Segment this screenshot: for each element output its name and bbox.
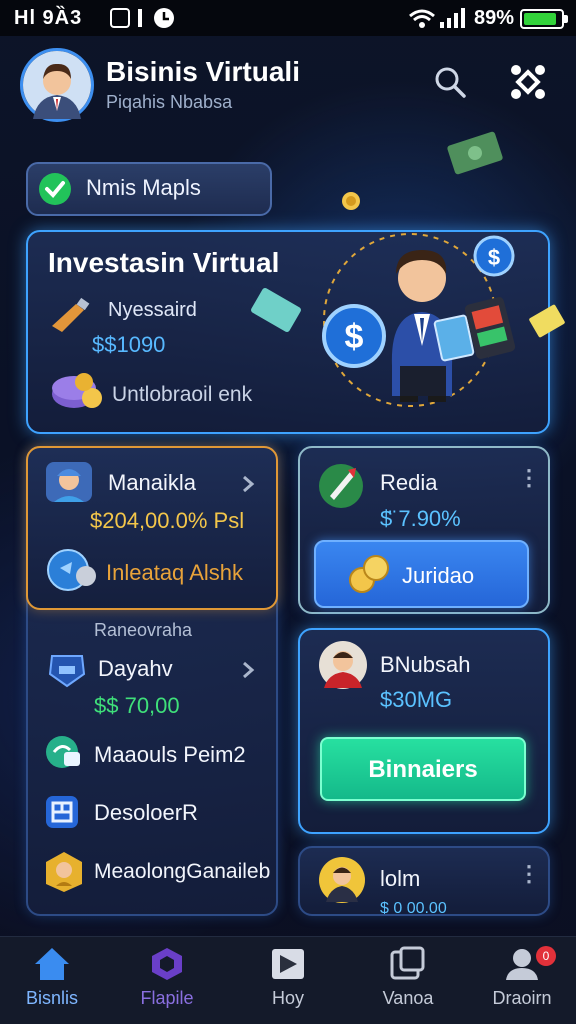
manaikla-name: Manaikla [108,470,197,495]
coins-icon [349,555,389,593]
nav-label: Vanoa [382,988,434,1008]
nav-label: Bisnlis [25,988,78,1008]
redia-name: Redia [380,470,438,495]
notification-badge: 0 [536,946,556,966]
nav-label: Hoy [271,988,304,1008]
chevron-right-icon[interactable] [240,660,256,680]
more-options-icon[interactable]: ⋮ [518,863,540,885]
status-pill-label: Nmis Mapls [86,175,201,200]
home-icon [35,948,69,980]
bnubsah-value: $30MG [380,687,453,712]
hero-row1-label: Nyessaird [108,299,197,321]
tool-icon [52,297,90,332]
juridao-label: Juridao [402,563,475,588]
gold-box-icon [46,852,82,892]
nav-item-vanoa[interactable]: Vanoa [353,946,463,1018]
money-bill-icon [447,131,503,175]
avatar [319,641,367,689]
manaikla-link[interactable]: Inleataq Alshk [106,560,243,586]
network-icon [511,65,545,99]
more-options-icon[interactable]: ⋮ [518,467,540,489]
notification-icon [110,8,130,28]
rocket-icon [319,464,363,508]
battery-nub [564,15,568,23]
chart-card-icon [46,736,80,768]
profile-avatar[interactable] [20,48,94,122]
lolm-name: lolm [380,866,421,891]
cell-signal-icon [440,8,465,28]
bnubsah-name: BNubsah [380,652,471,677]
svg-text:$: $ [488,245,500,270]
window-grid-icon [46,796,78,828]
app-title: Bisinis Virtuali [106,56,300,87]
avatar [319,857,365,903]
coin-icon [342,192,360,210]
hero-row1-value: $$1090 [92,332,166,357]
profile-icon [506,949,538,980]
coin-stack-icon [52,373,102,408]
nav-label: Draoirn [492,988,552,1008]
avatar [23,51,91,119]
manaikla-value: $204,00.0% Psl [90,508,245,533]
search-icon [435,67,466,98]
search-button[interactable] [428,60,472,104]
play-icon [272,949,304,979]
hero-title: Investasin Virtual [48,247,280,278]
businessman-illustration: $ $ [251,233,565,407]
clock-icon [154,8,174,28]
coin-swap-icon [47,549,96,591]
svg-text:$: $ [345,318,364,356]
app-subtitle: Piqahis Nbabsa [106,92,233,112]
cube-icon [152,948,182,980]
network-menu-button[interactable] [506,60,550,104]
window-icon [390,946,425,980]
check-circle-icon [39,173,71,205]
wifi-icon [409,9,435,28]
nav-item-hoy[interactable]: Hoy [233,946,343,1018]
list-item-label[interactable]: Maaouls Peim2 [94,742,246,768]
list-item-label: Dayahv [98,656,173,681]
list-item-label[interactable]: DesoloerR [94,800,198,826]
nav-item-bisnlis[interactable]: Bisnlis [0,946,107,1018]
nav-label: Flapile [140,988,194,1008]
shield-badge-icon [48,655,86,688]
lolm-value: $ 0 00.00 [380,900,447,914]
signal-dot-icon [138,9,142,27]
binnaiers-label: Binnaiers [368,756,478,783]
section-label: Raneovraha [94,620,193,640]
list-item-value: $$ 70,00 [94,693,180,718]
nav-item-draoirn[interactable]: Draoirn [467,946,576,1018]
worker-avatar-icon [46,462,92,502]
status-time: Hl 9Ȁ3 [14,7,83,29]
chevron-right-icon[interactable] [240,474,256,494]
battery-percent: 89% [474,7,515,29]
nav-item-flapile[interactable]: Flapile [112,946,222,1018]
hero-row2-label: Untlobraoil enk [112,383,253,406]
redia-value: $̈ 7.90% [380,506,461,531]
battery-icon [520,9,564,29]
list-item-label[interactable]: MeaolongGanaileb [94,860,270,884]
